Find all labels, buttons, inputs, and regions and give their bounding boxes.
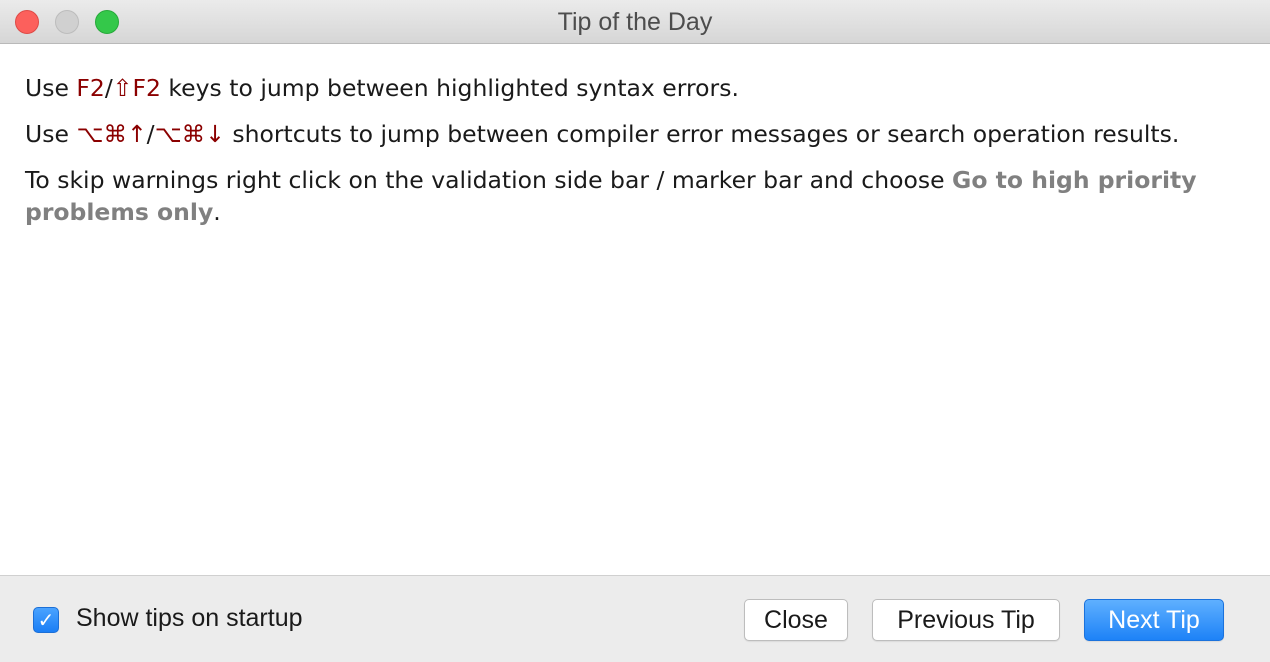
tip-line-1: Use F2/⇧F2 keys to jump between highligh… [25,72,1260,104]
tip-line-1-suffix: keys to jump between highlighted syntax … [160,74,739,102]
shortcut-key: ⌥⌘↑ [76,120,147,148]
tip-line-2-suffix: shortcuts to jump between compiler error… [224,120,1180,148]
shortcut-key: ⇧F2 [112,74,161,102]
shortcut-key: F2 [76,74,105,102]
title-bar: Tip of the Day [0,0,1270,44]
tip-line-2: Use ⌥⌘↑/⌥⌘↓ shortcuts to jump between co… [25,118,1260,150]
shortcut-key: ⌥⌘↓ [154,120,225,148]
next-tip-button[interactable]: Next Tip [1084,599,1224,641]
tip-line-2-prefix: Use [25,120,77,148]
shortcut-separator: / [146,120,155,148]
tip-line-3-prefix: To skip warnings right click on the vali… [25,166,953,194]
tip-line-3-suffix: . [213,198,221,226]
tip-line-3: To skip warnings right click on the vali… [25,164,1260,228]
checkmark-icon: ✓ [37,608,55,632]
window-title: Tip of the Day [557,8,713,36]
shortcut-separator: / [104,74,113,102]
close-button[interactable]: Close [744,599,848,641]
tip-of-the-day-window: Tip of the Day Use F2/⇧F2 keys to jump b… [0,0,1270,662]
show-tips-checkbox[interactable]: ✓ [33,607,59,633]
previous-tip-button[interactable]: Previous Tip [872,599,1060,641]
dialog-footer: ✓ Show tips on startup Close Previous Ti… [0,575,1270,662]
tip-content: Use F2/⇧F2 keys to jump between highligh… [25,72,1260,242]
tip-line-1-prefix: Use [25,74,77,102]
show-tips-label[interactable]: Show tips on startup [76,604,303,633]
